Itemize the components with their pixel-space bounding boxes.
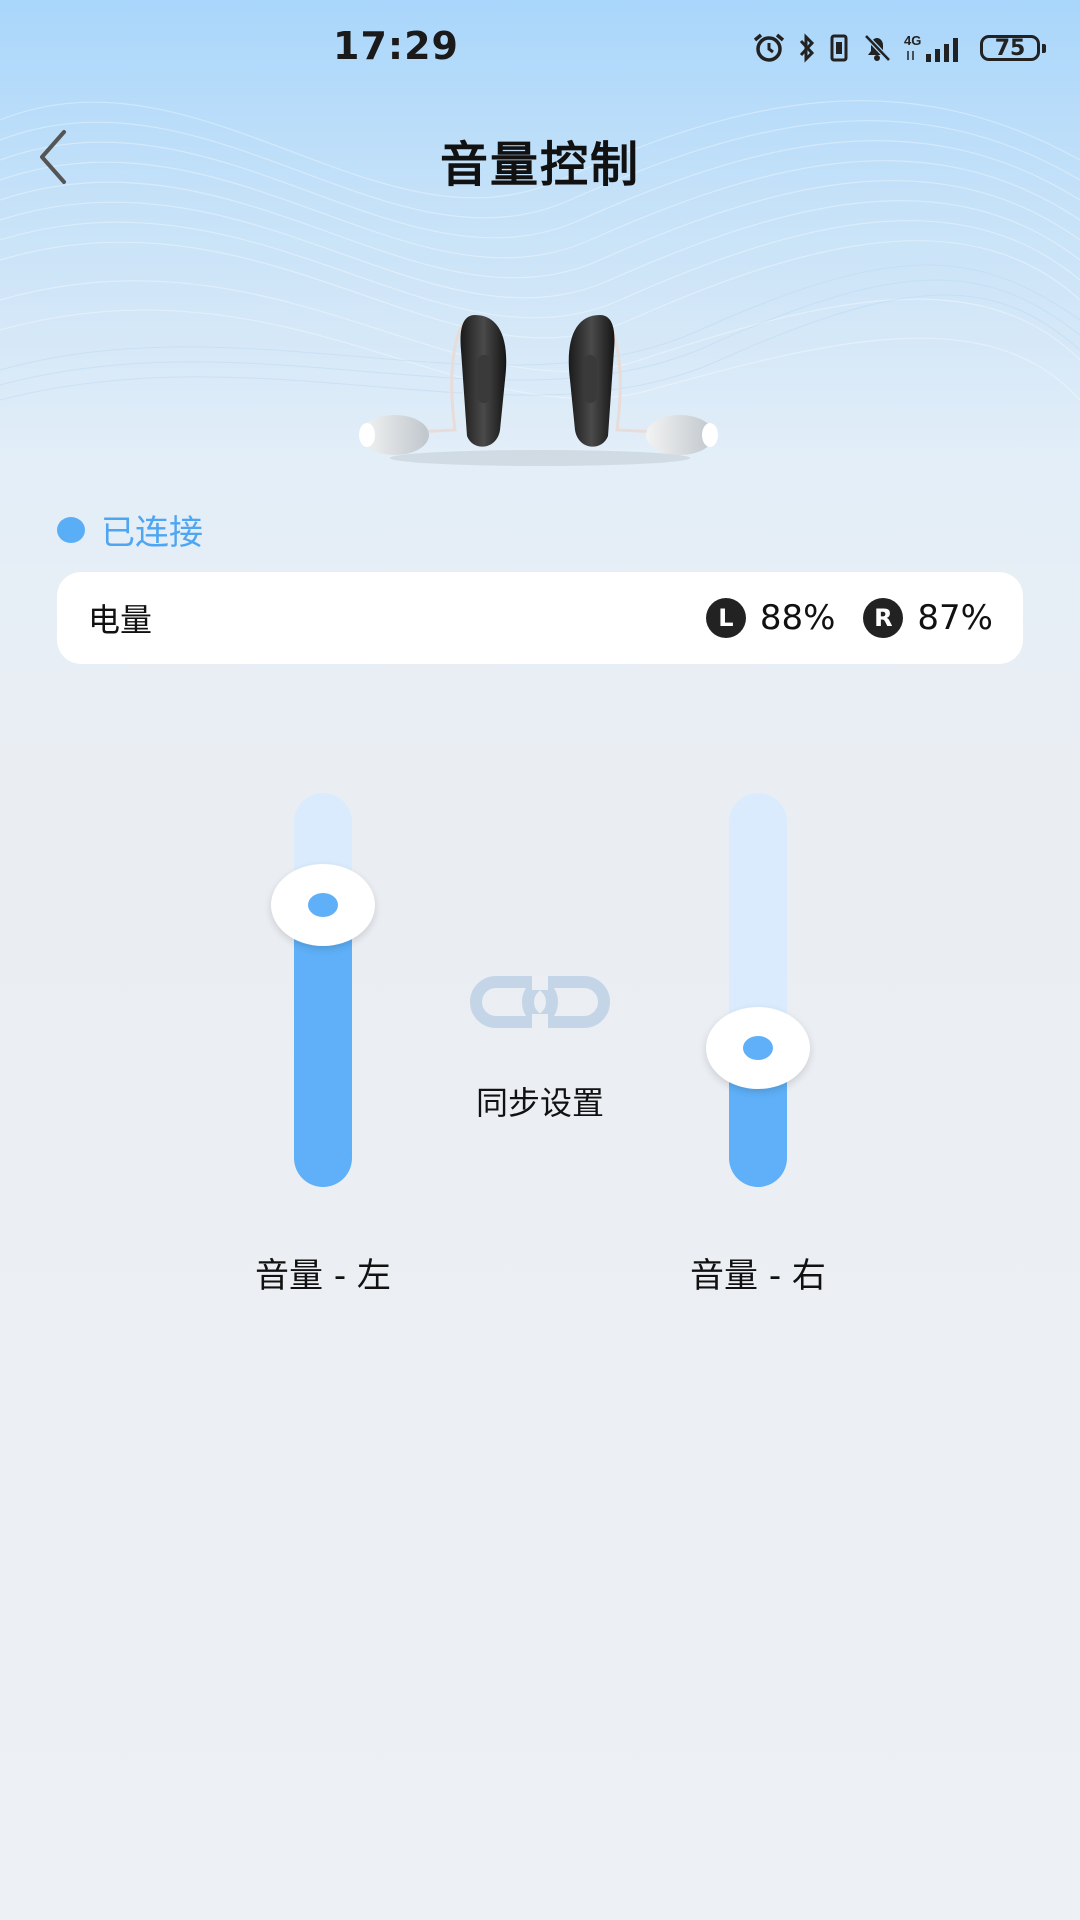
left-volume-fill bbox=[294, 905, 352, 1187]
mute-icon bbox=[864, 34, 891, 62]
left-volume-thumb[interactable] bbox=[271, 864, 375, 946]
alarm-icon bbox=[753, 33, 785, 62]
status-time: 17:29 bbox=[333, 24, 459, 68]
status-icons: 4G 75 bbox=[752, 30, 1046, 66]
bluetooth-icon bbox=[799, 33, 815, 63]
battery-label: 电量 bbox=[88, 601, 153, 639]
left-battery-value: 88% bbox=[759, 598, 836, 638]
hearing-aid-image bbox=[359, 315, 718, 466]
battery-level: 75 bbox=[994, 35, 1026, 61]
connection-text: 已连接 bbox=[101, 513, 203, 553]
4g-signal-icon: 4G bbox=[904, 33, 958, 62]
thumb-dot bbox=[743, 1035, 773, 1060]
right-volume-label: 音量 - 右 bbox=[690, 1256, 826, 1296]
right-volume-track[interactable] bbox=[729, 793, 787, 1187]
sync-settings-label[interactable]: 同步设置 bbox=[440, 1078, 640, 1124]
battery-card: 电量 L 88% R 87% bbox=[57, 572, 1023, 664]
vibrate-icon bbox=[830, 34, 848, 62]
link-icon[interactable] bbox=[470, 972, 610, 1032]
page-title: 音量控制 bbox=[439, 137, 640, 193]
svg-text:4G: 4G bbox=[904, 33, 921, 48]
thumb-dot bbox=[308, 893, 338, 917]
battery-icon: 75 bbox=[980, 35, 1046, 61]
connection-dot bbox=[57, 516, 85, 543]
right-battery-value: 87% bbox=[917, 598, 993, 638]
connection-status: 已连接 bbox=[57, 505, 203, 554]
left-badge: L bbox=[705, 598, 746, 638]
left-volume-track[interactable] bbox=[294, 793, 352, 1187]
left-volume-label: 音量 - 左 bbox=[255, 1256, 391, 1296]
right-badge: R bbox=[863, 598, 904, 638]
right-volume-thumb[interactable] bbox=[706, 1006, 810, 1089]
